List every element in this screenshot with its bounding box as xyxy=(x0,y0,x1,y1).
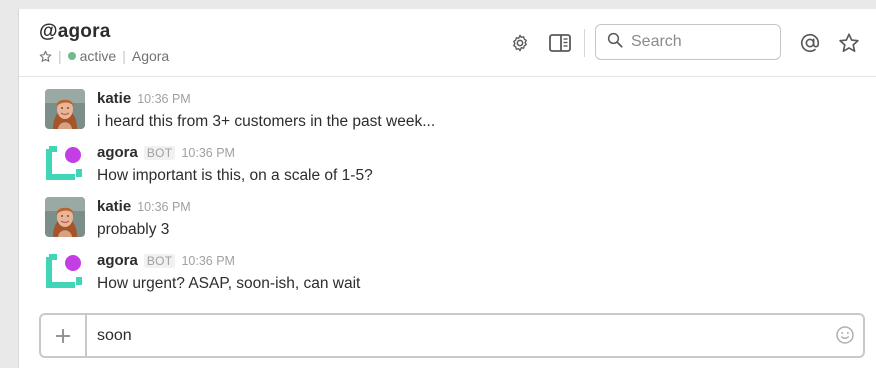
channel-title: @agora xyxy=(39,21,111,42)
bot-badge: BOT xyxy=(143,146,176,160)
sender-name[interactable]: agora xyxy=(97,144,138,161)
message-item: katie 10:36 PM probably 3 xyxy=(45,193,845,243)
message-header: agora BOT 10:36 PM xyxy=(97,144,235,161)
message-item: agora BOT 10:36 PM How urgent? ASAP, soo… xyxy=(45,247,845,297)
channel-header: @agora | active | Agora xyxy=(19,9,876,77)
meta-divider: | xyxy=(58,48,62,64)
sender-name[interactable]: agora xyxy=(97,252,138,269)
gear-icon[interactable] xyxy=(508,31,532,55)
channel-meta: | active | Agora xyxy=(39,48,169,64)
sidebar-toggle-icon[interactable] xyxy=(548,31,572,55)
message-item: agora BOT 10:36 PM How important is this… xyxy=(45,139,845,189)
agora-bot-avatar[interactable] xyxy=(45,251,85,291)
message-timestamp[interactable]: 10:36 PM xyxy=(181,146,235,160)
plus-icon[interactable] xyxy=(41,315,87,356)
message-header: katie 10:36 PM xyxy=(97,198,191,215)
sender-name[interactable]: katie xyxy=(97,90,131,107)
message-header: katie 10:36 PM xyxy=(97,90,191,107)
emoji-icon[interactable] xyxy=(835,325,855,345)
bot-badge: BOT xyxy=(143,254,176,268)
star-outline-icon[interactable] xyxy=(39,50,52,63)
search-icon xyxy=(606,31,624,54)
message-text: i heard this from 3+ customers in the pa… xyxy=(97,113,436,130)
header-divider xyxy=(584,29,585,57)
workspace-name[interactable]: Agora xyxy=(132,48,169,64)
mention-icon[interactable] xyxy=(798,31,822,55)
message-input[interactable] xyxy=(97,315,797,356)
katie-avatar[interactable] xyxy=(45,89,85,129)
message-item: katie 10:36 PM i heard this from 3+ cust… xyxy=(45,85,845,135)
star-icon[interactable] xyxy=(837,31,861,55)
meta-divider: | xyxy=(122,48,126,64)
presence-status: active xyxy=(79,48,117,64)
message-text: How important is this, on a scale of 1-5… xyxy=(97,167,373,184)
message-text: probably 3 xyxy=(97,221,170,238)
search-box[interactable] xyxy=(595,24,781,60)
presence-dot-icon xyxy=(67,52,76,60)
message-text: How urgent? ASAP, soon-ish, can wait xyxy=(97,275,361,292)
message-timestamp[interactable]: 10:36 PM xyxy=(137,92,191,106)
message-timestamp[interactable]: 10:36 PM xyxy=(137,200,191,214)
sender-name[interactable]: katie xyxy=(97,198,131,215)
message-header: agora BOT 10:36 PM xyxy=(97,252,235,269)
message-timestamp[interactable]: 10:36 PM xyxy=(181,254,235,268)
search-input[interactable] xyxy=(629,32,773,52)
katie-avatar[interactable] xyxy=(45,197,85,237)
agora-bot-avatar[interactable] xyxy=(45,143,85,183)
app-window: @agora | active | Agora Search katie 10:… xyxy=(18,9,876,368)
message-composer xyxy=(39,313,865,358)
